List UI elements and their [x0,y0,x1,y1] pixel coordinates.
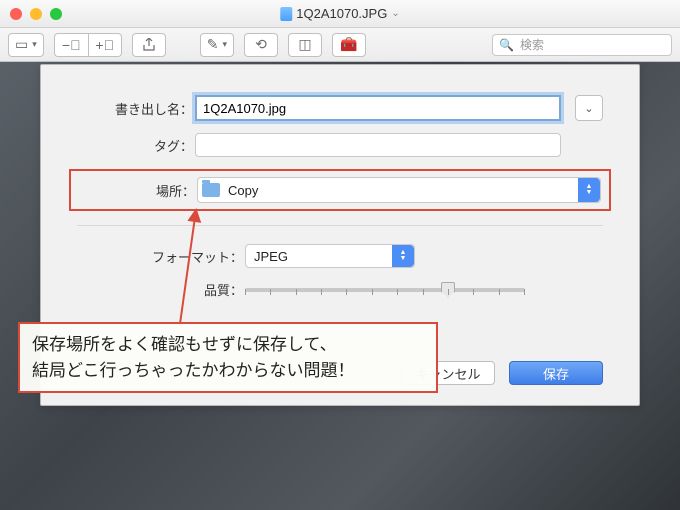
expand-dialog-button[interactable]: ⌄ [575,95,603,121]
format-value: JPEG [254,249,288,264]
annotation-line1: 保存場所をよく確認もせずに保存して、 [32,332,424,358]
annotation-callout: 保存場所をよく確認もせずに保存して、 結局どこ行っちゃったかわからない問題！ [18,322,438,393]
tag-label: タグ： [77,136,195,155]
toolbox-button[interactable]: 🧰 [332,33,366,57]
share-icon [142,38,156,52]
zoom-out-button[interactable]: −⃝ [54,33,88,57]
crop-button[interactable]: ◫ [288,33,322,57]
export-name-input[interactable] [195,95,561,121]
sidebar-toggle-button[interactable]: ▭ ▾ [8,33,44,57]
format-select[interactable]: JPEG ▲▼ [245,244,415,268]
zoom-in-button[interactable]: +⃝ [88,33,122,57]
minimize-window-button[interactable] [30,8,42,20]
save-button[interactable]: 保存 [509,361,603,385]
quality-slider[interactable] [245,281,603,299]
slider-ticks [245,289,525,295]
rotate-button[interactable]: ⟲ [244,33,278,57]
window-title[interactable]: 1Q2A1070.JPG ⌄ [280,6,399,21]
document-icon [280,7,292,21]
updown-caret-icon: ▲▼ [578,178,600,202]
title-text: 1Q2A1070.JPG [296,6,387,21]
window-titlebar: 1Q2A1070.JPG ⌄ [0,0,680,28]
location-value: Copy [228,183,258,198]
location-row-highlight: 場所： Copy ▲▼ [69,169,611,211]
format-label: フォーマット： [77,247,245,266]
quality-label: 品質： [77,280,245,299]
markup-button[interactable]: ✎ ▾ [200,33,234,57]
divider [77,225,603,226]
close-window-button[interactable] [10,8,22,20]
folder-icon [202,183,220,197]
tag-input[interactable] [195,133,561,157]
updown-caret-icon: ▲▼ [392,245,414,267]
search-input[interactable]: 🔍 検索 [492,34,672,56]
search-placeholder: 検索 [520,36,544,53]
toolbar: ▭ ▾ −⃝ +⃝ ✎ ▾ ⟲ ◫ 🧰 🔍 検索 [0,28,680,62]
location-label: 場所： [79,181,197,200]
share-button[interactable] [132,33,166,57]
location-select[interactable]: Copy ▲▼ [197,177,601,203]
chevron-down-icon: ⌄ [391,8,399,19]
annotation-line2: 結局どこ行っちゃったかわからない問題！ [32,358,424,384]
export-name-label: 書き出し名： [77,99,195,118]
maximize-window-button[interactable] [50,8,62,20]
search-icon: 🔍 [499,38,514,52]
